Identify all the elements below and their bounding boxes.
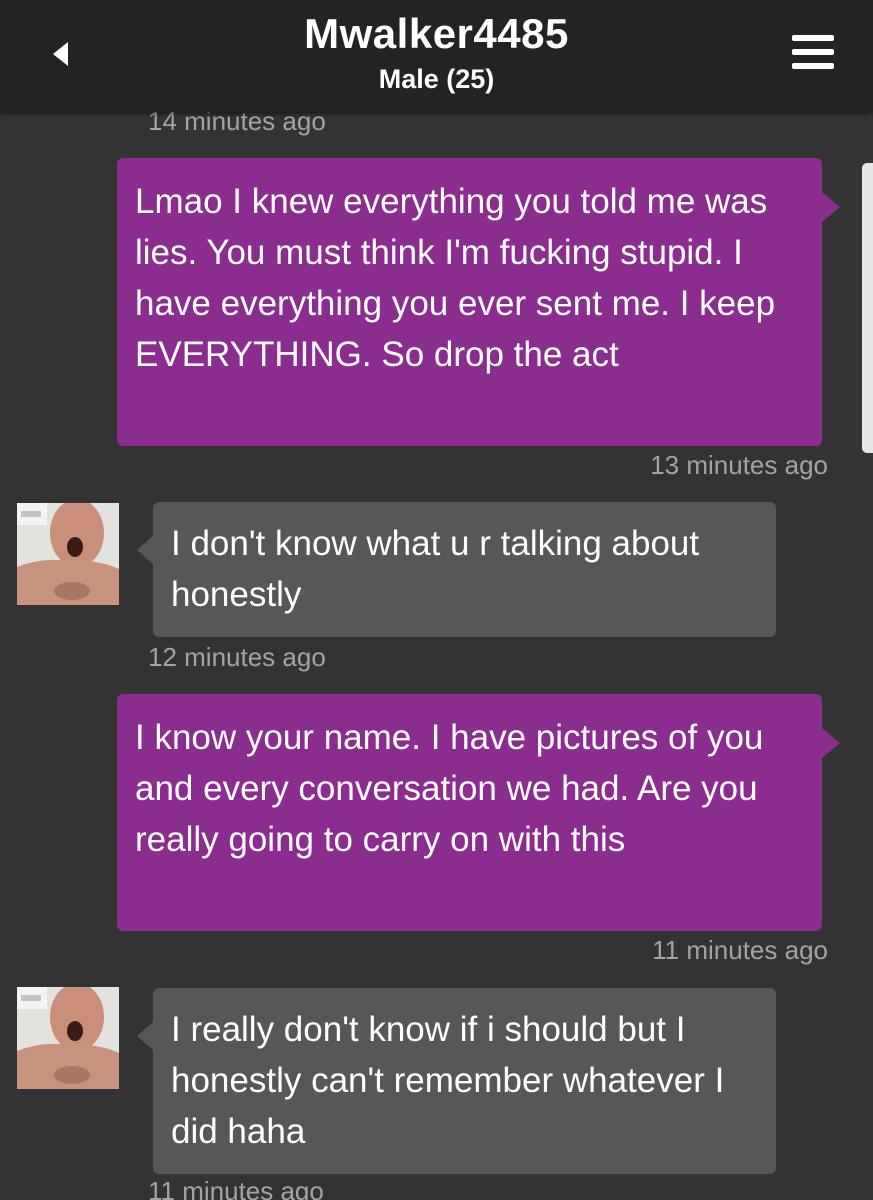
- avatar[interactable]: [17, 503, 119, 605]
- profile-photo-icon: [17, 987, 119, 1089]
- message-timestamp: 11 minutes ago: [652, 935, 828, 965]
- scrollbar[interactable]: [862, 163, 873, 453]
- incoming-message[interactable]: I really don't know if i should but I ho…: [137, 988, 776, 1174]
- profile-photo-icon: [17, 503, 119, 605]
- message-timestamp: 14 minutes ago: [148, 112, 326, 136]
- incoming-message[interactable]: I don't know what u r talking about hone…: [137, 502, 776, 637]
- message-timestamp: 13 minutes ago: [650, 450, 828, 480]
- menu-button[interactable]: [786, 30, 842, 74]
- chat-header: Mwalker4485 Male (25): [0, 0, 873, 112]
- outgoing-message[interactable]: Lmao I knew everything you told me was l…: [117, 158, 840, 446]
- avatar[interactable]: [17, 987, 119, 1089]
- message-list[interactable]: 14 minutes ago Lmao I knew everything yo…: [0, 112, 873, 1200]
- outgoing-message[interactable]: I know your name. I have pictures of you…: [117, 694, 840, 931]
- contact-details: Male (25): [378, 64, 495, 94]
- message-timestamp: 11 minutes ago: [148, 1176, 324, 1200]
- message-timestamp: 12 minutes ago: [148, 642, 326, 672]
- contact-name[interactable]: Mwalker4485: [0, 10, 873, 58]
